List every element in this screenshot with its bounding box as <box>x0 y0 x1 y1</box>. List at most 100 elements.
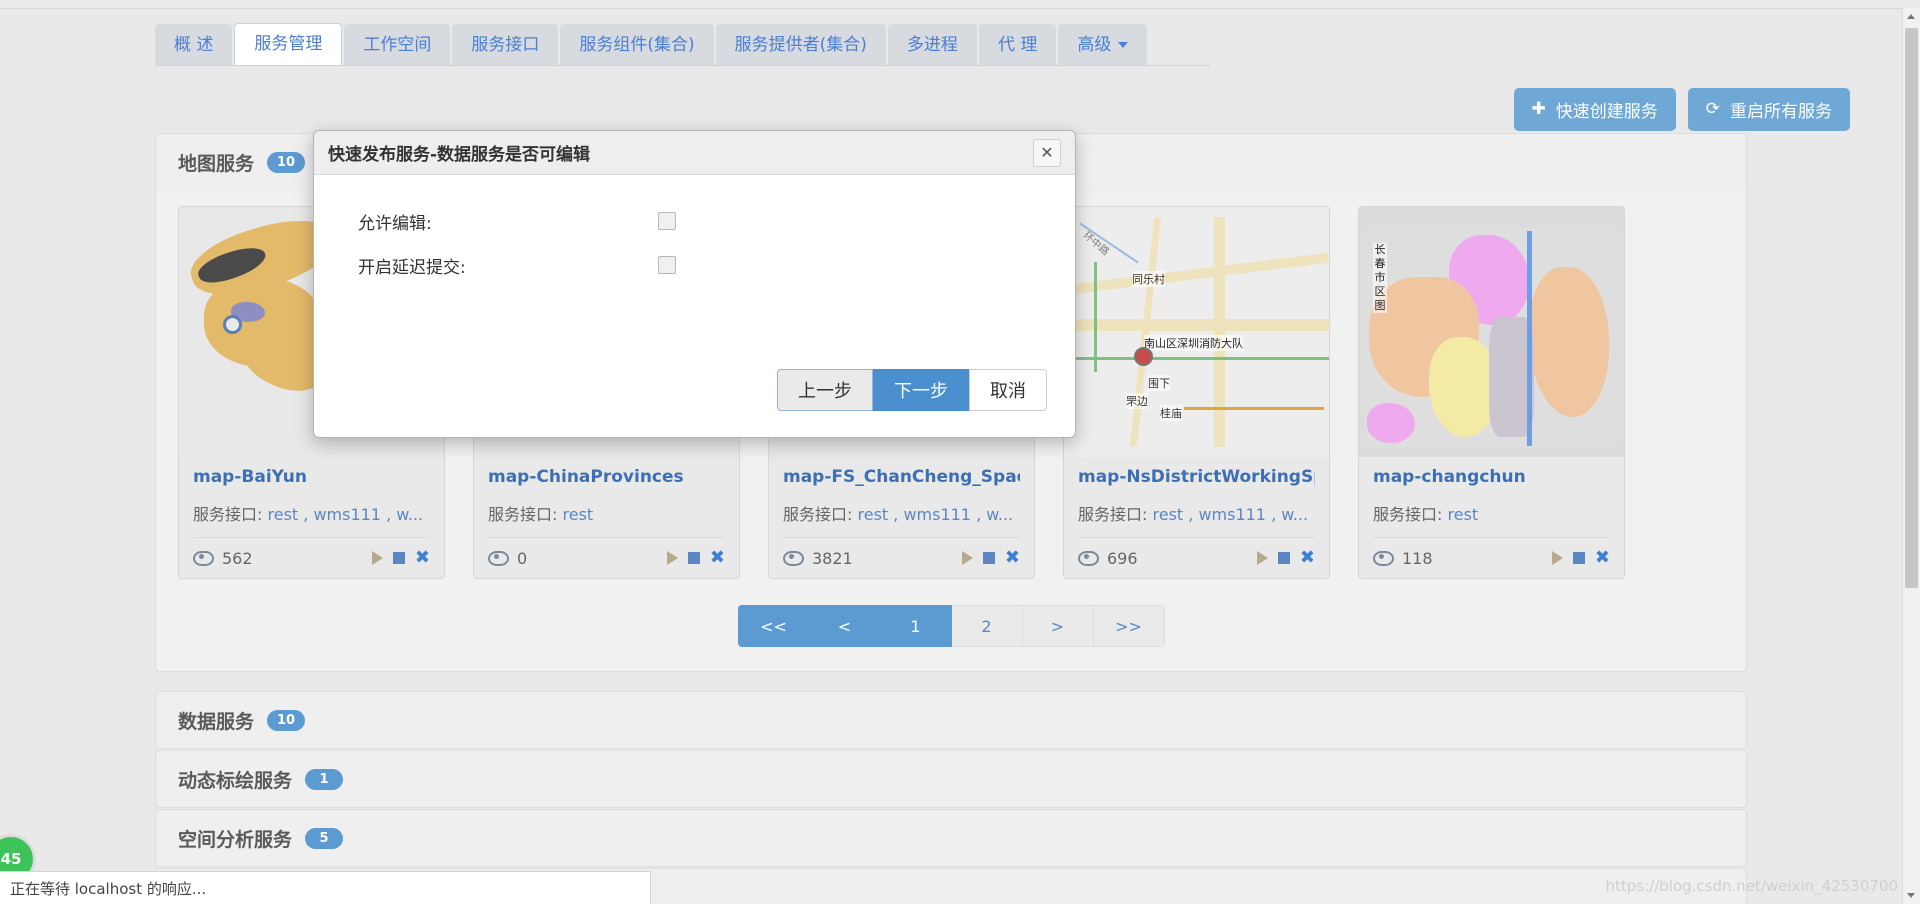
service-card-meta: map-ChinaProvinces 服务接口: rest <box>474 457 739 525</box>
tab-3[interactable]: 服务接口 <box>452 24 559 66</box>
restart-all-services-button[interactable]: ⟳ 重启所有服务 <box>1687 88 1850 131</box>
panel-title-map-services: 地图服务 <box>178 152 255 175</box>
tab-label: 概 述 <box>174 35 214 55</box>
service-card-actions: ✖ <box>1551 549 1610 567</box>
quick-create-service-button[interactable]: ✚ 快速创建服务 <box>1513 88 1676 131</box>
service-card-actions: ✖ <box>371 549 430 567</box>
eye-icon <box>1078 550 1099 566</box>
service-thumbnail: 环中路 同乐村 南山区深圳消防大队 围下 罘边 桂庙 <box>1064 207 1329 457</box>
service-name-link[interactable]: map-NsDistrictWorkingSp... <box>1078 467 1315 487</box>
page-toolbar: ✚ 快速创建服务 ⟳ 重启所有服务 <box>1513 88 1850 131</box>
service-interface-value[interactable]: rest , wms111 , w... <box>268 505 424 524</box>
panel-title-data-services: 数据服务 <box>178 710 255 733</box>
view-count-value: 562 <box>222 548 253 568</box>
panel-header-dynamic-plotting[interactable]: 动态标绘服务 1 <box>156 751 1746 807</box>
panel-title-spatial-analysis: 空间分析服务 <box>178 828 293 851</box>
delete-icon[interactable]: ✖ <box>415 549 430 567</box>
scroll-down-icon[interactable] <box>1903 887 1920 904</box>
eye-icon <box>1373 550 1394 566</box>
stop-icon[interactable] <box>1572 552 1585 564</box>
service-interface-row: 服务接口: rest <box>1373 501 1610 525</box>
play-icon[interactable] <box>961 551 973 565</box>
service-card[interactable]: 环中路 同乐村 南山区深圳消防大队 围下 罘边 桂庙 map-NsDistrictWorki… <box>1063 206 1330 579</box>
service-name-link[interactable]: map-FS_ChanCheng_Space <box>783 467 1020 487</box>
tab-label: 服务组件(集合) <box>579 35 695 55</box>
tab-0[interactable]: 概 述 <box>155 24 233 66</box>
eye-icon <box>488 550 509 566</box>
service-name-link[interactable]: map-changchun <box>1373 467 1610 487</box>
service-name-link[interactable]: map-ChinaProvinces <box>488 467 725 487</box>
service-card-footer: 0 ✖ <box>488 537 725 578</box>
tab-2[interactable]: 工作空间 <box>344 24 451 66</box>
stop-icon[interactable] <box>982 552 995 564</box>
quick-create-service-label: 快速创建服务 <box>1555 102 1658 122</box>
pagination-item-1[interactable]: < <box>809 605 881 647</box>
service-interface-value[interactable]: rest , wms111 , w... <box>858 505 1014 524</box>
view-count-value: 118 <box>1402 548 1433 568</box>
tab-6[interactable]: 多进程 <box>887 24 977 66</box>
tab-1[interactable]: 服务管理 <box>234 23 343 66</box>
panel-count-data-services: 10 <box>267 709 306 731</box>
panel-count-dynamic-plotting: 1 <box>305 768 344 790</box>
pagination-item-3[interactable]: 2 <box>951 605 1023 647</box>
service-interface-value[interactable]: rest <box>563 505 594 524</box>
cancel-button[interactable]: 取消 <box>969 369 1047 411</box>
play-icon[interactable] <box>1256 551 1268 565</box>
checkbox-delayed-submit[interactable] <box>658 256 676 274</box>
service-interface-value[interactable]: rest , wms111 , w... <box>1153 505 1309 524</box>
service-card[interactable]: 长春市区图 map-changchun 服务接口: rest 118 ✖ <box>1358 206 1625 579</box>
service-card-actions: ✖ <box>1256 549 1315 567</box>
service-card-actions: ✖ <box>961 549 1020 567</box>
panel-header-spatial-analysis[interactable]: 空间分析服务 5 <box>156 810 1746 866</box>
service-interface-value[interactable]: rest <box>1448 505 1479 524</box>
panel-count-spatial-analysis: 5 <box>305 827 344 849</box>
service-tabs: 概 述 服务管理 工作空间 服务接口 服务组件(集合) 服务提供者(集合) 多进程 代 理 高级 <box>155 22 1149 66</box>
play-icon[interactable] <box>666 551 678 565</box>
panel-dynamic-plotting-services: 动态标绘服务 1 <box>155 750 1747 808</box>
tab-label: 服务提供者(集合) <box>734 35 867 55</box>
scrollbar-thumb[interactable] <box>1905 28 1918 588</box>
tab-5[interactable]: 服务提供者(集合) <box>715 24 886 66</box>
service-interface-label: 服务接口: <box>1373 505 1443 524</box>
form-row-allow-edit: 允许编辑: <box>314 199 1075 243</box>
tab-underline <box>155 65 1210 66</box>
refresh-icon: ⟳ <box>1705 99 1720 119</box>
tab-label: 多进程 <box>906 35 958 55</box>
next-step-button[interactable]: 下一步 <box>873 369 969 411</box>
stop-icon[interactable] <box>392 552 405 564</box>
delete-icon[interactable]: ✖ <box>1300 549 1315 567</box>
service-interface-label: 服务接口: <box>783 505 853 524</box>
scroll-up-icon[interactable] <box>1903 8 1920 25</box>
eye-icon <box>193 550 214 566</box>
tab-label: 代 理 <box>997 35 1038 55</box>
service-card-footer: 3821 ✖ <box>783 537 1020 578</box>
window-scrollbar[interactable] <box>1902 8 1920 904</box>
tab-label: 服务接口 <box>471 35 540 55</box>
tab-4[interactable]: 服务组件(集合) <box>560 24 714 66</box>
chevron-down-icon <box>1118 42 1129 48</box>
browser-viewport: 概 述 服务管理 工作空间 服务接口 服务组件(集合) 服务提供者(集合) 多进程 代 理 高级… <box>0 0 1920 904</box>
service-name-link[interactable]: map-BaiYun <box>193 467 430 487</box>
delete-icon[interactable]: ✖ <box>1005 549 1020 567</box>
modal-body: 允许编辑: 开启延迟提交: <box>314 175 1075 359</box>
play-icon[interactable] <box>1551 551 1563 565</box>
service-interface-row: 服务接口: rest , wms111 , w... <box>1078 501 1315 525</box>
pagination-item-2[interactable]: 1 <box>880 605 952 647</box>
close-icon[interactable]: ✕ <box>1033 138 1061 167</box>
checkbox-allow-edit[interactable] <box>658 212 676 230</box>
previous-step-button[interactable]: 上一步 <box>777 369 873 411</box>
panel-header-data-services[interactable]: 数据服务 10 <box>156 692 1746 748</box>
stop-icon[interactable] <box>1277 552 1290 564</box>
panel-count-map-services: 10 <box>267 151 306 173</box>
eye-icon <box>783 550 804 566</box>
play-icon[interactable] <box>371 551 383 565</box>
stop-icon[interactable] <box>687 552 700 564</box>
delete-icon[interactable]: ✖ <box>1595 549 1610 567</box>
pagination-item-4[interactable]: > <box>1022 605 1094 647</box>
map-thumbnail-changchun: 长春市区图 <box>1359 207 1624 457</box>
delete-icon[interactable]: ✖ <box>710 549 725 567</box>
tab-7[interactable]: 代 理 <box>978 24 1057 66</box>
pagination-item-5[interactable]: >> <box>1093 605 1165 647</box>
tab-8[interactable]: 高级 <box>1058 24 1148 66</box>
pagination-item-0[interactable]: << <box>737 605 810 647</box>
